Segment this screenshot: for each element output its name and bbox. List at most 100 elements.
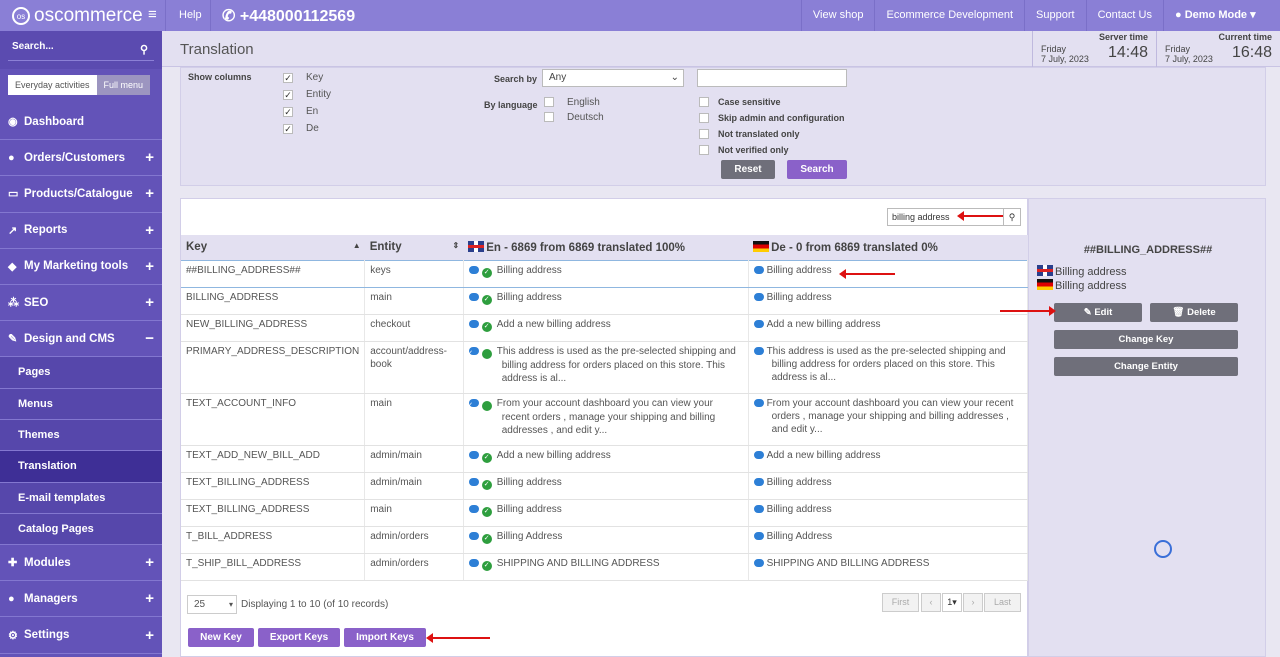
everyday-activities-button[interactable]: Everyday activities	[8, 75, 97, 95]
deutsch-checkbox[interactable]	[544, 112, 554, 122]
help-link[interactable]: Help	[179, 9, 202, 21]
reset-button[interactable]: Reset	[721, 160, 775, 179]
column-entity-checkbox[interactable]: ✓	[283, 90, 293, 100]
sidebar-item-menus[interactable]: Menus	[0, 388, 162, 420]
de-cell: Billing address	[748, 472, 1029, 500]
sidebar-item-managers[interactable]: ● Managers +	[0, 581, 162, 618]
table-row[interactable]: ##BILLING_ADDRESS## keys ✓ Billing address B…	[181, 259, 1029, 288]
comment-icon[interactable]	[468, 477, 479, 486]
de-flag-icon	[753, 240, 770, 252]
comment-icon[interactable]	[753, 450, 764, 459]
full-menu-button[interactable]: Full menu	[96, 75, 151, 95]
change-entity-button[interactable]: Change Entity	[1054, 357, 1238, 376]
ecommerce-development-link[interactable]: Ecommerce Development	[874, 0, 1024, 31]
last-page-button[interactable]: Last	[984, 593, 1021, 612]
sidebar-item-marketing-tools[interactable]: ◆ My Marketing tools +	[0, 249, 162, 285]
column-key-checkbox[interactable]: ✓	[283, 73, 293, 83]
contact-us-link[interactable]: Contact Us	[1085, 0, 1163, 31]
sidebar-item-translation[interactable]: Translation	[0, 451, 162, 483]
sidebar-item-pages[interactable]: Pages	[0, 357, 162, 389]
comment-icon[interactable]	[468, 504, 479, 513]
key-cell: PRIMARY_ADDRESS_DESCRIPTION	[181, 341, 366, 394]
user-menu[interactable]: ● Demo Mode ▾	[1163, 0, 1280, 31]
comment-icon[interactable]	[753, 398, 764, 407]
sidebar-search: Search... ⚲	[0, 31, 162, 69]
not-verified-checkbox[interactable]	[699, 145, 709, 155]
sidebar-search-input[interactable]: Search... ⚲	[8, 41, 154, 61]
sidebar-item-seo[interactable]: ⁂ SEO +	[0, 285, 162, 322]
comment-icon[interactable]	[753, 319, 764, 328]
table-row[interactable]: TEXT_ADD_NEW_BILL_ADD admin/main ✓ Add a ne…	[181, 445, 1029, 473]
first-page-button[interactable]: First	[882, 593, 919, 612]
import-keys-button[interactable]: Import Keys	[344, 628, 426, 647]
column-de-checkbox[interactable]: ✓	[283, 124, 293, 134]
sidebar-item-products-catalogue[interactable]: ▭ Products/Catalogue +	[0, 176, 162, 213]
page-select[interactable]: 1▾	[942, 593, 962, 612]
delete-button[interactable]: 🗑 Delete	[1150, 303, 1238, 322]
table-row[interactable]: TEXT_ACCOUNT_INFO main ✓ From your account …	[181, 393, 1029, 446]
comment-icon[interactable]	[468, 558, 479, 567]
table-row[interactable]: TEXT_BILLING_ADDRESS admin/main ✓ Billing a…	[181, 472, 1029, 500]
edit-button[interactable]: ✎ Edit	[1054, 303, 1142, 322]
comment-icon[interactable]	[468, 292, 479, 301]
comment-icon[interactable]	[753, 504, 764, 513]
sidebar-item-dashboard[interactable]: ◉ Dashboard	[0, 104, 162, 141]
table-row[interactable]: PRIMARY_ADDRESS_DESCRIPTION account/addre…	[181, 341, 1029, 394]
en-cell: ✓ Billing address	[463, 259, 749, 288]
menu-toggle-icon[interactable]: ≡	[148, 6, 157, 23]
verified-icon: ✓	[481, 267, 492, 278]
comment-icon[interactable]	[468, 450, 479, 459]
table-row[interactable]: NEW_BILLING_ADDRESS checkout ✓ Add a new bi…	[181, 314, 1029, 342]
comment-icon[interactable]	[468, 531, 479, 540]
sidebar-item-design-cms[interactable]: ✎ Design and CMS −	[0, 321, 162, 358]
comment-icon[interactable]	[468, 319, 479, 328]
search-icon[interactable]: ⚲	[1003, 209, 1020, 225]
search-icon[interactable]: ⚲	[140, 43, 148, 56]
table-row[interactable]: T_BILL_ADDRESS admin/orders ✓ Billing Addre…	[181, 526, 1029, 554]
case-sensitive-checkbox[interactable]	[699, 97, 709, 107]
new-key-button[interactable]: New Key	[188, 628, 254, 647]
comment-icon[interactable]	[753, 292, 764, 301]
view-shop-link[interactable]: View shop	[800, 0, 875, 31]
not-translated-checkbox[interactable]	[699, 129, 709, 139]
sidebar-item-reports[interactable]: ↗ Reports +	[0, 213, 162, 249]
column-en-checkbox[interactable]: ✓	[283, 107, 293, 117]
sidebar-item-settings[interactable]: ⚙ Settings +	[0, 617, 162, 654]
comment-icon[interactable]	[753, 531, 764, 540]
key-cell: TEXT_ADD_NEW_BILL_ADD	[181, 445, 366, 473]
by-language-label: By language	[484, 100, 538, 110]
next-page-icon[interactable]: ›	[963, 593, 983, 612]
search-by-select[interactable]: Any ⌄	[542, 69, 684, 87]
sort-asc-icon: ▲	[352, 241, 361, 251]
sidebar-item-email-templates[interactable]: E-mail templates	[0, 482, 162, 514]
sidebar-item-catalog-pages[interactable]: Catalog Pages	[0, 513, 162, 546]
comment-icon[interactable]	[753, 558, 764, 567]
filter-search-input[interactable]	[697, 69, 847, 87]
table-search-input[interactable]: billing address ⚲	[887, 208, 1021, 226]
sidebar-item-orders-customers[interactable]: ● Orders/Customers +	[0, 140, 162, 177]
comment-icon[interactable]	[753, 346, 764, 355]
entity-cell: admin/main	[364, 445, 464, 473]
table-row[interactable]: T_SHIP_BILL_ADDRESS admin/orders ✓ SHIPPING…	[181, 553, 1029, 581]
column-header-key[interactable]: Key ▲	[181, 235, 365, 260]
comment-icon[interactable]	[468, 265, 479, 274]
sidebar-item-themes[interactable]: Themes	[0, 419, 162, 452]
comment-icon[interactable]	[753, 477, 764, 486]
logo[interactable]: os oscommerce	[12, 5, 143, 27]
per-page-select[interactable]: 25 ▾	[187, 595, 237, 614]
prev-page-icon[interactable]: ‹	[921, 593, 941, 612]
search-button[interactable]: Search	[787, 160, 847, 179]
comment-icon[interactable]	[753, 265, 764, 274]
en-cell: ✓ SHIPPING AND BILLING ADDRESS	[463, 553, 749, 581]
export-keys-button[interactable]: Export Keys	[258, 628, 340, 647]
table-row[interactable]: BILLING_ADDRESS main ✓ Billing address Billi…	[181, 287, 1029, 315]
english-checkbox[interactable]	[544, 97, 554, 107]
skip-admin-checkbox[interactable]	[699, 113, 709, 123]
en-cell: ✓ Billing address	[463, 499, 749, 527]
sidebar-item-modules[interactable]: ✚ Modules +	[0, 545, 162, 582]
entity-cell: admin/main	[364, 472, 464, 500]
support-link[interactable]: Support	[1024, 0, 1086, 31]
column-header-entity[interactable]: Entity ⇕	[364, 235, 464, 260]
table-row[interactable]: TEXT_BILLING_ADDRESS main ✓ Billing address…	[181, 499, 1029, 527]
change-key-button[interactable]: Change Key	[1054, 330, 1238, 349]
